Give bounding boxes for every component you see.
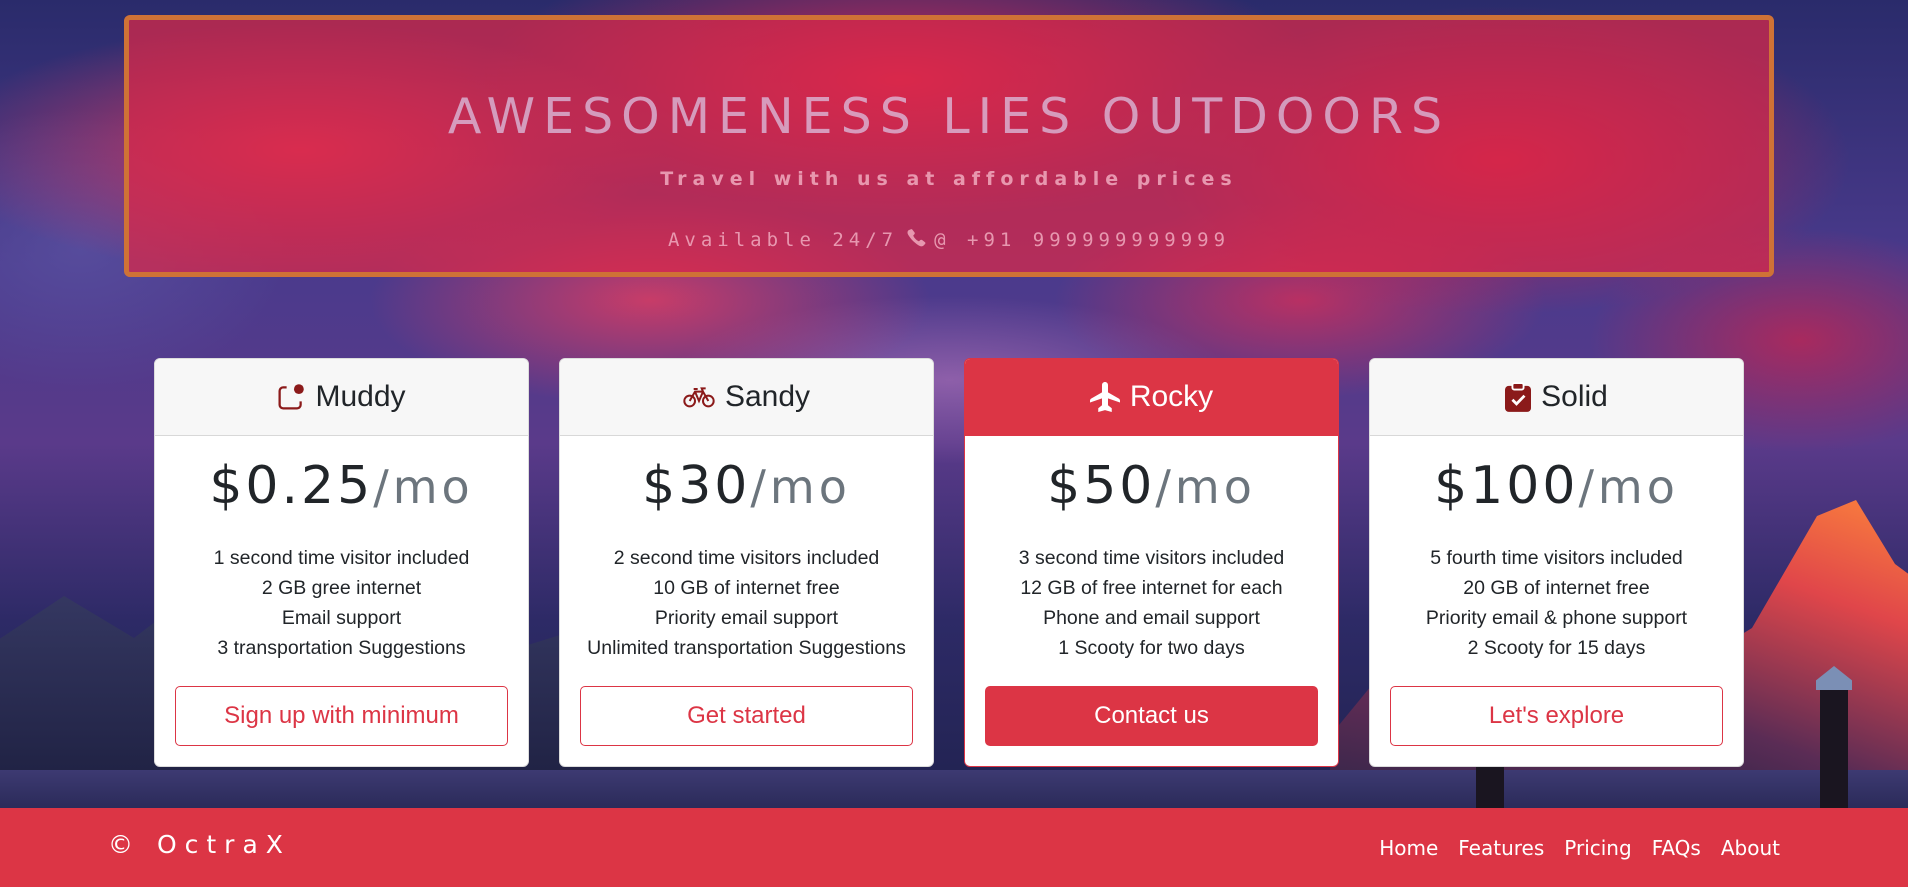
plan-header: Muddy: [155, 359, 528, 436]
feature-item: 20 GB of internet free: [1463, 577, 1650, 599]
footer-nav: Home Features Pricing FAQs About: [1379, 836, 1780, 860]
nav-link-home[interactable]: Home: [1379, 836, 1438, 860]
price-amount: $0.25: [209, 456, 374, 516]
airplane-icon: [1089, 382, 1120, 412]
plan-card-solid: Solid $100/mo 5 fourth time visitors inc…: [1369, 358, 1744, 767]
footer-brand: © OctraX: [108, 830, 291, 859]
lets-explore-button[interactable]: Let's explore: [1390, 686, 1723, 746]
feature-item: 3 transportation Suggestions: [217, 637, 466, 659]
plan-features: 3 second time visitors included 12 GB of…: [965, 543, 1338, 663]
hero-subtitle: Travel with us at affordable prices: [660, 168, 1238, 190]
plan-header: Solid: [1370, 359, 1743, 436]
price-period: /mo: [750, 460, 851, 514]
nav-link-pricing[interactable]: Pricing: [1564, 836, 1631, 860]
feature-item: 10 GB of internet free: [653, 577, 840, 599]
feature-item: 2 GB gree internet: [261, 577, 422, 599]
clipboard-check-icon: [1505, 382, 1532, 412]
feature-item: Priority email support: [654, 607, 839, 629]
price-amount: $30: [642, 456, 751, 516]
sign-up-button[interactable]: Sign up with minimum: [175, 686, 508, 746]
feature-item: 3 second time visitors included: [1018, 547, 1285, 569]
contact-us-button[interactable]: Contact us: [985, 686, 1318, 746]
feature-item: Priority email & phone support: [1425, 607, 1688, 629]
plan-card-rocky: Rocky $50/mo 3 second time visitors incl…: [964, 358, 1339, 767]
feature-item: Email support: [281, 607, 402, 629]
nav-link-features[interactable]: Features: [1458, 836, 1544, 860]
plan-price: $50/mo: [965, 456, 1338, 526]
footer: © OctraX Home Features Pricing FAQs Abou…: [0, 808, 1908, 887]
price-period: /mo: [373, 460, 474, 514]
plan-name: Sandy: [724, 380, 811, 413]
phone-icon: [906, 228, 926, 253]
plan-features: 5 fourth time visitors included 20 GB of…: [1370, 543, 1743, 663]
plan-name: Solid: [1541, 380, 1608, 413]
price-amount: $100: [1434, 456, 1579, 516]
price-amount: $50: [1047, 456, 1156, 516]
plan-card-muddy: Muddy $0.25/mo 1 second time visitor inc…: [154, 358, 529, 767]
plan-features: 2 second time visitors included 10 GB of…: [560, 543, 933, 663]
app-indicator-icon: [277, 382, 305, 412]
feature-item: Phone and email support: [1043, 607, 1260, 629]
plan-card-sandy: Sandy $30/mo 2 second time visitors incl…: [559, 358, 934, 767]
feature-item: 2 Scooty for 15 days: [1467, 637, 1646, 659]
phone-number: @ +91 999999999999: [934, 229, 1231, 251]
plan-header: Sandy: [560, 359, 933, 436]
price-period: /mo: [1578, 460, 1679, 514]
plan-header: Rocky: [965, 359, 1338, 436]
plan-features: 1 second time visitor included 2 GB gree…: [155, 543, 528, 663]
pier-post: [1820, 690, 1848, 810]
nav-link-about[interactable]: About: [1721, 836, 1780, 860]
feature-item: Unlimited transportation Suggestions: [587, 637, 906, 659]
feature-item: 1 second time visitor included: [213, 547, 470, 569]
hero-availability: Available 24/7 @ +91 999999999999: [129, 228, 1769, 253]
bicycle-icon: [683, 386, 715, 408]
availability-text: Available 24/7: [667, 229, 899, 251]
feature-item: 1 Scooty for two days: [1058, 637, 1245, 659]
plan-price: $0.25/mo: [155, 456, 528, 526]
feature-item: 12 GB of free internet for each: [1020, 577, 1283, 599]
feature-item: 5 fourth time visitors included: [1430, 547, 1683, 569]
plan-price: $30/mo: [560, 456, 933, 526]
get-started-button[interactable]: Get started: [580, 686, 913, 746]
hero-banner: AWESOMENESS LIES OUTDOORS Travel with us…: [124, 15, 1774, 277]
nav-link-faqs[interactable]: FAQs: [1652, 836, 1701, 860]
feature-item: 2 second time visitors included: [613, 547, 880, 569]
price-period: /mo: [1155, 460, 1256, 514]
hero-title: AWESOMENESS LIES OUTDOORS: [447, 88, 1451, 145]
plan-name: Muddy: [315, 380, 406, 413]
lake: [0, 770, 1908, 810]
plan-name: Rocky: [1129, 380, 1214, 413]
plan-price: $100/mo: [1370, 456, 1743, 526]
